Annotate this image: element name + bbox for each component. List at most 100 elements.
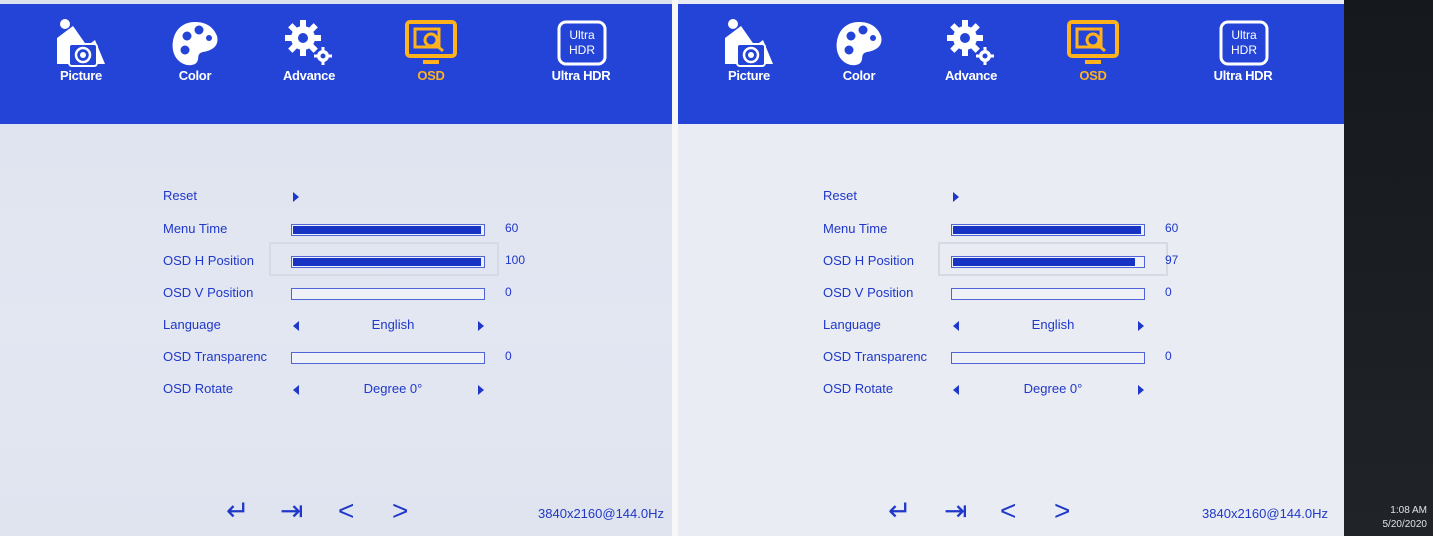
osd-v-position-label: OSD V Position xyxy=(823,285,914,300)
taskbar: 1:08 AM 5/20/2020 xyxy=(1344,0,1433,536)
osd-panel-left: Picture Color Advance OSD Ultra HDR Ultra… xyxy=(0,0,672,536)
osd-rotate-label: OSD Rotate xyxy=(823,381,894,396)
arrow-right-icon[interactable] xyxy=(478,385,484,395)
prev-icon[interactable]: < xyxy=(1000,496,1016,526)
svg-text:Ultra: Ultra xyxy=(1231,28,1257,42)
clock-date: 5/20/2020 xyxy=(1382,519,1428,530)
osd-transparency-value: 0 xyxy=(505,349,512,363)
arrow-left-icon[interactable] xyxy=(953,321,959,331)
arrow-right-icon[interactable] xyxy=(478,321,484,331)
menu-time-slider[interactable] xyxy=(291,224,485,236)
arrow-left-icon[interactable] xyxy=(953,385,959,395)
svg-text:HDR: HDR xyxy=(569,43,595,57)
next-icon[interactable]: > xyxy=(392,496,408,526)
ultra-hdr-icon: Ultra HDR xyxy=(551,16,611,74)
menu-row-osd-h-position[interactable]: OSD H Position 97 xyxy=(823,249,1243,273)
menu-row-osd-rotate[interactable]: OSD Rotate Degree 0° xyxy=(823,377,1243,401)
clock-time: 1:08 AM xyxy=(1390,505,1427,516)
osd-transparency-slider[interactable] xyxy=(291,352,485,364)
ultra-hdr-icon: Ultra HDR xyxy=(1213,16,1273,74)
osd-v-position-label: OSD V Position xyxy=(163,285,254,300)
picture-icon xyxy=(51,16,111,74)
menu-time-label: Menu Time xyxy=(823,221,888,236)
language-label: Language xyxy=(823,317,881,332)
reset-label: Reset xyxy=(823,188,857,203)
tab-color[interactable]: Color xyxy=(150,16,240,83)
resolution-readout: 3840x2160@144.0Hz xyxy=(1202,506,1328,521)
osd-menu: Reset Menu Time 60 OSD H Position 100 OS… xyxy=(0,124,672,536)
language-label: Language xyxy=(163,317,221,332)
osd-rotate-value: Degree 0° xyxy=(1023,381,1083,396)
menu-row-osd-transparency[interactable]: OSD Transparenc 0 xyxy=(163,345,583,369)
menu-time-label: Menu Time xyxy=(163,221,228,236)
language-value: English xyxy=(371,317,415,332)
arrow-left-icon[interactable] xyxy=(293,321,299,331)
tab-color[interactable]: Color xyxy=(814,16,904,83)
picture-icon xyxy=(719,16,779,74)
bottom-bar: ↵ ⇥ < > 3840x2160@144.0Hz xyxy=(0,486,672,536)
svg-text:HDR: HDR xyxy=(1231,43,1257,57)
menu-row-osd-transparency[interactable]: OSD Transparenc 0 xyxy=(823,345,1243,369)
osd-v-position-value: 0 xyxy=(505,285,512,299)
osd-transparency-label: OSD Transparenc xyxy=(823,349,928,364)
menu-row-reset[interactable]: Reset xyxy=(823,184,1243,208)
gear-icon xyxy=(279,16,339,74)
tab-osd[interactable]: OSD xyxy=(386,16,476,83)
tab-osd[interactable]: OSD xyxy=(1048,16,1138,83)
arrow-right-icon[interactable] xyxy=(1138,321,1144,331)
taskbar-clock[interactable]: 1:08 AM 5/20/2020 xyxy=(1383,504,1428,532)
menu-row-reset[interactable]: Reset xyxy=(163,184,583,208)
prev-icon[interactable]: < xyxy=(338,496,354,526)
palette-icon xyxy=(829,16,889,74)
enter-icon[interactable]: ↵ xyxy=(226,496,249,526)
tab-bar: Picture Color Advance OSD Ultra HDR Ultra… xyxy=(678,4,1344,124)
osd-v-position-value: 0 xyxy=(1165,285,1172,299)
osd-h-position-slider[interactable] xyxy=(951,256,1145,268)
menu-time-value: 60 xyxy=(1165,221,1179,235)
tab-advance[interactable]: Advance xyxy=(264,16,354,83)
reset-label: Reset xyxy=(163,188,197,203)
menu-row-osd-v-position[interactable]: OSD V Position 0 xyxy=(163,281,583,305)
menu-row-menu-time[interactable]: Menu Time 60 xyxy=(823,217,1243,241)
arrow-right-icon[interactable] xyxy=(1138,385,1144,395)
slider-fill xyxy=(293,258,481,266)
exit-icon[interactable]: ⇥ xyxy=(944,496,967,526)
menu-row-osd-v-position[interactable]: OSD V Position 0 xyxy=(823,281,1243,305)
menu-row-osd-h-position[interactable]: OSD H Position 100 xyxy=(163,249,583,273)
exit-icon[interactable]: ⇥ xyxy=(280,496,303,526)
gear-icon xyxy=(941,16,1001,74)
menu-row-osd-rotate[interactable]: OSD Rotate Degree 0° xyxy=(163,377,583,401)
bottom-bar: ↵ ⇥ < > 3840x2160@144.0Hz xyxy=(678,486,1344,536)
next-icon[interactable]: > xyxy=(1054,496,1070,526)
tab-picture[interactable]: Picture xyxy=(704,16,794,83)
osd-h-position-value: 100 xyxy=(505,253,526,267)
menu-row-language[interactable]: Language English xyxy=(163,313,583,337)
tab-ultra-hdr[interactable]: Ultra HDR Ultra HDR xyxy=(536,16,626,83)
enter-icon[interactable]: ↵ xyxy=(888,496,911,526)
menu-time-value: 60 xyxy=(505,221,519,235)
osd-menu: Reset Menu Time 60 OSD H Position 97 OSD… xyxy=(678,124,1344,536)
tab-ultra-hdr[interactable]: Ultra HDR Ultra HDR xyxy=(1198,16,1288,83)
osd-h-position-slider[interactable] xyxy=(291,256,485,268)
osd-v-position-slider[interactable] xyxy=(951,288,1145,300)
resolution-readout: 3840x2160@144.0Hz xyxy=(538,506,664,521)
osd-v-position-slider[interactable] xyxy=(291,288,485,300)
svg-text:Ultra: Ultra xyxy=(569,28,595,42)
menu-row-language[interactable]: Language English xyxy=(823,313,1243,337)
slider-fill xyxy=(953,258,1135,266)
arrow-left-icon[interactable] xyxy=(293,385,299,395)
menu-row-menu-time[interactable]: Menu Time 60 xyxy=(163,217,583,241)
osd-h-position-label: OSD H Position xyxy=(163,253,255,268)
osd-h-position-label: OSD H Position xyxy=(823,253,915,268)
osd-transparency-value: 0 xyxy=(1165,349,1172,363)
tab-bar: Picture Color Advance OSD Ultra HDR Ultra… xyxy=(0,4,672,124)
menu-time-slider[interactable] xyxy=(951,224,1145,236)
osd-rotate-label: OSD Rotate xyxy=(163,381,234,396)
osd-transparency-slider[interactable] xyxy=(951,352,1145,364)
osd-rotate-value: Degree 0° xyxy=(363,381,423,396)
tab-advance[interactable]: Advance xyxy=(926,16,1016,83)
osd-monitor-icon xyxy=(401,16,461,74)
palette-icon xyxy=(165,16,225,74)
tab-picture[interactable]: Picture xyxy=(36,16,126,83)
arrow-right-icon xyxy=(293,192,299,202)
